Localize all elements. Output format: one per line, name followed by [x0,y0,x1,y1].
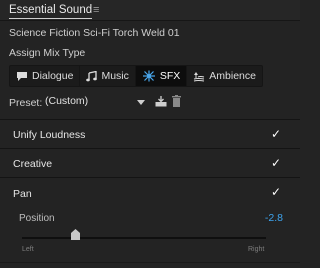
tab-dialogue-label: Dialogue [32,70,74,82]
panel-title-tab[interactable]: Essential Sound [9,3,93,19]
tab-dialogue[interactable]: Dialogue [10,66,81,86]
divider [0,148,300,149]
chevron-down-icon[interactable] [137,100,145,105]
preset-dropdown[interactable]: (Custom) [45,93,145,110]
tab-sfx[interactable]: SFX [135,66,188,86]
divider [0,119,300,120]
creative-checkbox[interactable]: ✓ [271,156,281,170]
unify-loudness-checkbox[interactable]: ✓ [271,127,281,141]
slider-min-label: Left [22,246,34,253]
essential-sound-panel: Essential Sound ≡ Science Fiction Sci-Fi… [0,0,300,268]
divider [0,177,300,178]
tab-music-label: Music [101,70,129,82]
creative-label[interactable]: Creative [13,158,52,170]
tab-sfx-label: SFX [159,70,181,82]
unify-loudness-label[interactable]: Unify Loudness [13,129,85,141]
tab-music[interactable]: Music [80,66,136,86]
ambience-icon [194,71,205,81]
position-label: Position [19,213,55,224]
clip-name: Science Fiction Sci-Fi Torch Weld 01 [9,27,180,39]
trash-icon[interactable] [172,95,181,107]
preset-label: Preset: [9,97,43,109]
position-value[interactable]: -2.8 [253,212,283,224]
save-preset-icon[interactable] [155,96,167,107]
pan-slider-handle[interactable] [71,229,81,240]
mix-type-tabs: Dialogue Music SFX Ambience [9,65,263,87]
panel-header: Essential Sound ≡ [0,0,300,21]
divider [0,262,300,263]
slider-max-label: Right [248,246,265,253]
pan-checkbox[interactable]: ✓ [271,185,281,199]
starburst-icon [142,70,155,82]
assign-mix-type-label: Assign Mix Type [9,47,86,59]
pan-label[interactable]: Pan [13,188,32,200]
pan-slider-track[interactable] [22,237,266,239]
tab-ambience[interactable]: Ambience [187,66,262,86]
panel-menu-icon[interactable]: ≡ [93,3,99,17]
tab-ambience-label: Ambience [209,70,256,82]
music-note-icon [86,70,98,81]
speech-bubble-icon [17,71,27,81]
